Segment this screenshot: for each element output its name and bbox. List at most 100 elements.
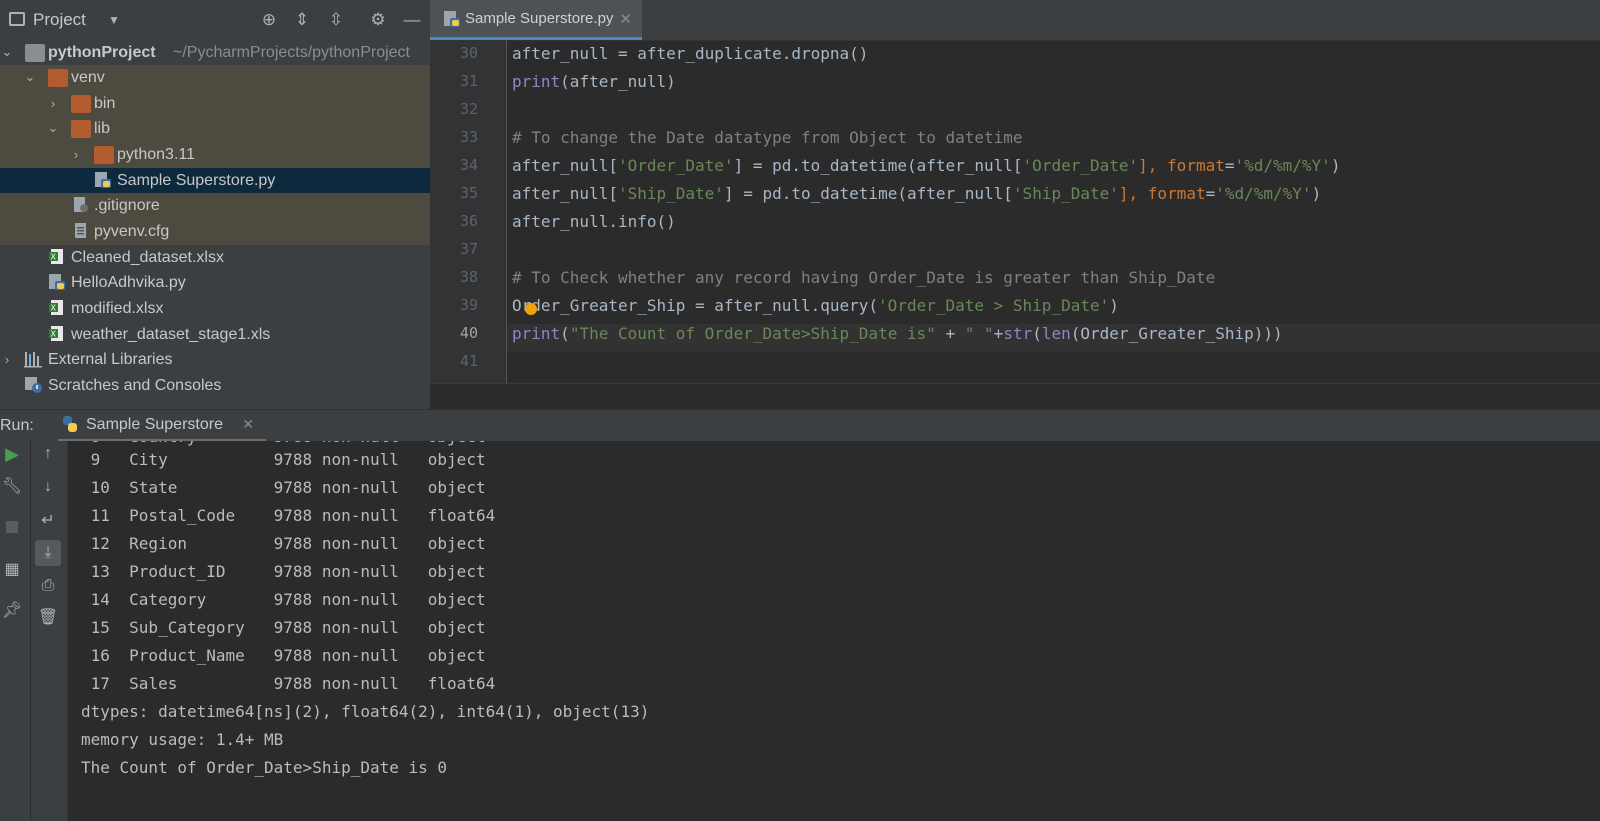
tree-item-label: External Libraries	[48, 350, 173, 368]
folder-icon	[71, 120, 91, 138]
tree-item-cleaned-dataset[interactable]: X Cleaned_dataset.xlsx	[0, 245, 430, 270]
tree-item-weather-dataset[interactable]: X weather_dataset_stage1.xls	[0, 322, 430, 347]
locate-icon[interactable]: ⊕	[258, 9, 280, 31]
svg-text:X: X	[51, 330, 57, 339]
chevron-right-icon[interactable]: ›	[0, 352, 14, 367]
soft-wrap-icon[interactable]: ↵	[37, 509, 59, 531]
print-icon[interactable]: ⎙	[37, 575, 59, 597]
tree-item-label: Sample Superstore.py	[117, 171, 276, 189]
code-line-40[interactable]: print("The Count of Order_Date>Ship_Date…	[512, 320, 1283, 348]
chevron-down-icon[interactable]: ▼	[103, 9, 125, 31]
scroll-to-end-icon[interactable]: ⤓	[35, 540, 61, 566]
tree-item-lib[interactable]: ⌄ lib	[0, 116, 430, 141]
scratches-icon	[24, 376, 44, 394]
chevron-right-icon[interactable]: ›	[69, 147, 83, 162]
code-line-34[interactable]: after_null['Order_Date'] = pd.to_datetim…	[512, 152, 1340, 180]
tree-item-label: pyvenv.cfg	[94, 222, 170, 240]
tree-item-bin[interactable]: › bin	[0, 91, 430, 116]
arrow-down-icon[interactable]: ↓	[37, 476, 59, 498]
python-file-icon	[48, 273, 68, 291]
chevron-down-icon[interactable]: ⌄	[0, 44, 14, 59]
stop-icon[interactable]	[1, 516, 23, 538]
excel-file-icon: X	[48, 325, 68, 343]
tree-item-gitignore[interactable]: .gitignore	[0, 193, 430, 218]
tree-item-label: pythonProject	[48, 43, 156, 61]
code-string: 'Ship_Date'	[617, 184, 724, 203]
editor-tab-bar: Sample Superstore.py ✕	[430, 0, 1600, 41]
close-icon[interactable]: ✕	[619, 10, 632, 28]
run-label: Run:	[0, 417, 34, 434]
svg-text:X: X	[51, 304, 57, 313]
tree-item-pyvenv-cfg[interactable]: pyvenv.cfg	[0, 219, 430, 244]
tab-sample-superstore[interactable]: Sample Superstore.py ✕	[430, 0, 642, 40]
tree-item-venv[interactable]: ⌄ venv	[0, 65, 430, 90]
excel-file-icon: X	[48, 248, 68, 266]
tree-item-label: venv	[71, 68, 105, 86]
ignore-file-icon	[72, 196, 92, 214]
code-text: +	[993, 324, 1004, 343]
tree-item-python311[interactable]: › python3.11	[0, 142, 430, 167]
trash-icon[interactable]: 🗑︎	[37, 606, 59, 628]
code-line-33[interactable]: # To change the Date datatype from Objec…	[512, 124, 1023, 152]
library-icon	[24, 350, 44, 368]
arrow-up-icon[interactable]: ↑	[37, 443, 59, 465]
minimize-icon[interactable]: —	[401, 9, 423, 31]
code-line-30[interactable]: after_null = after_duplicate.dropna()	[512, 40, 868, 68]
svg-text:X: X	[51, 253, 57, 262]
code-text: Order_Greater_Ship = after_null.query(	[512, 296, 879, 315]
code-text: after_null.info()	[512, 212, 676, 231]
code-line-36[interactable]: after_null.info()	[512, 208, 676, 236]
code-line-38[interactable]: # To Check whether any record having Ord…	[512, 264, 1215, 292]
expand-all-icon[interactable]: ⇕	[291, 9, 313, 31]
code-text: =	[1205, 184, 1216, 203]
intention-bulb-icon[interactable]	[525, 303, 537, 315]
line-number: 30	[459, 44, 478, 62]
layout-icon[interactable]: ▦	[1, 558, 23, 580]
builtin-len: len	[1041, 324, 1071, 343]
line-number: 36	[459, 212, 478, 230]
tree-item-modified[interactable]: X modified.xlsx	[0, 296, 430, 321]
chevron-down-icon[interactable]: ⌄	[23, 69, 37, 84]
folder-icon	[71, 95, 91, 113]
run-tab-sample-superstore[interactable]: Sample Superstore ✕	[58, 410, 266, 442]
folder-icon	[94, 146, 114, 164]
console-line: 11 Postal_Code 9788 non-null float64	[81, 506, 496, 525]
tree-item-sample-superstore[interactable]: Sample Superstore.py	[0, 168, 430, 193]
line-number: 38	[459, 268, 478, 286]
tree-item-external-libraries[interactable]: › External Libraries	[0, 347, 430, 372]
tree-item-label: bin	[94, 94, 116, 112]
code-text: +	[935, 324, 965, 343]
console-line: 14 Category 9788 non-null object	[81, 590, 486, 609]
code-text: (Order_Greater_Ship)))	[1070, 324, 1283, 343]
chevron-right-icon[interactable]: ›	[46, 96, 60, 111]
gear-icon[interactable]: ⚙	[367, 9, 389, 31]
code-string: '%d/%m/%Y'	[1215, 184, 1312, 203]
console-line: The Count of Order_Date>Ship_Date is 0	[81, 758, 448, 777]
console-line: 15 Sub_Category 9788 non-null object	[81, 618, 486, 637]
console-line: 9 City 9788 non-null object	[81, 450, 486, 469]
code-line-35[interactable]: after_null['Ship_Date'] = pd.to_datetime…	[512, 180, 1321, 208]
code-string: 'Order_Date > Ship_Date'	[878, 296, 1110, 315]
close-icon[interactable]: ✕	[242, 416, 254, 433]
run-console-output[interactable]: 8 Country 9788 non-null object 9 City 97…	[68, 441, 1600, 821]
chevron-down-icon[interactable]: ⌄	[46, 120, 60, 135]
code-text: (after_null)	[560, 72, 676, 91]
collapse-all-icon[interactable]: ⇳	[325, 9, 347, 31]
wrench-icon[interactable]: 🔧︎	[1, 475, 23, 497]
rerun-icon[interactable]: ▶	[1, 443, 23, 465]
code-text: (	[560, 324, 570, 343]
code-string: 'Order_Date'	[617, 156, 734, 175]
tree-item-helloadhvika[interactable]: HelloAdhvika.py	[0, 270, 430, 295]
pin-icon[interactable]: 📌︎	[1, 599, 23, 621]
run-tab-label: Sample Superstore	[86, 415, 223, 433]
code-line-31[interactable]: print(after_null)	[512, 68, 676, 96]
project-window-icon	[9, 12, 25, 26]
code-text: ] = pd.to_datetime(after_null[	[723, 184, 1013, 203]
code-line-39[interactable]: Order_Greater_Ship = after_null.query('O…	[512, 292, 1119, 320]
run-toolbar-left: ▶ 🔧︎ ▦ 📌︎	[0, 441, 31, 821]
project-title[interactable]: Project	[33, 10, 86, 30]
tree-item-scratches[interactable]: Scratches and Consoles	[0, 373, 430, 398]
tree-item-pythonproject[interactable]: ⌄ pythonProject ~/PycharmProjects/python…	[0, 40, 430, 65]
text-file-icon	[72, 222, 92, 240]
code-string: '%d/%m/%Y'	[1234, 156, 1331, 175]
